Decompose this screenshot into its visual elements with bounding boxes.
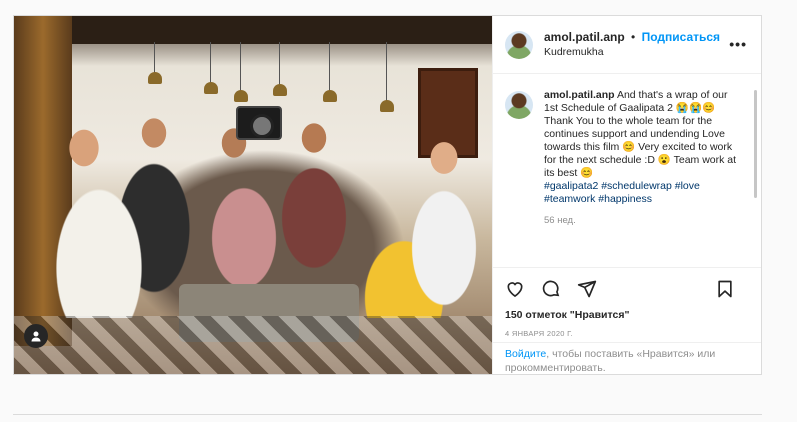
caption-username[interactable]: amol.patil.anp (544, 89, 615, 101)
location-link[interactable]: Kudremukha (544, 45, 720, 60)
username-link[interactable]: amol.patil.anp (544, 30, 625, 44)
post-date[interactable]: 4 ЯНВАРЯ 2020 Г. (505, 329, 573, 338)
tagged-users-icon[interactable] (24, 324, 48, 348)
follow-button[interactable]: Подписаться (642, 30, 720, 44)
share-icon[interactable] (575, 277, 599, 301)
caption-scrollbar[interactable] (754, 90, 757, 198)
comment-icon[interactable] (539, 277, 563, 301)
post-sidebar: amol.patil.anp • Подписаться Kudremukha … (492, 16, 761, 374)
likes-count[interactable]: 150 отметок "Нравится" (505, 309, 629, 321)
post-photo[interactable] (14, 16, 492, 374)
more-options-icon[interactable]: ••• (729, 36, 747, 52)
caption: amol.patil.anp And that's a wrap of our … (493, 75, 753, 275)
bookmark-icon[interactable] (713, 277, 737, 301)
login-link[interactable]: Войдите (505, 348, 546, 360)
divider (13, 414, 762, 415)
separator-dot: • (631, 29, 636, 44)
avatar[interactable] (505, 30, 533, 59)
post-header: amol.patil.anp • Подписаться Kudremukha … (493, 16, 761, 74)
caption-hashtags[interactable]: #gaalipata2 #schedulewrap #love #teamwor… (544, 180, 741, 206)
post-card: amol.patil.anp • Подписаться Kudremukha … (13, 15, 762, 375)
caption-age: 56 нед. (544, 215, 576, 226)
caption-text-line2: Thank You to the whole team for the cont… (544, 115, 737, 179)
heart-icon[interactable] (503, 277, 527, 301)
login-prompt: Войдите, чтобы поставить «Нравится» или … (493, 342, 761, 374)
action-bar (493, 267, 761, 309)
film-camera (236, 106, 282, 140)
caption-avatar[interactable] (505, 91, 533, 119)
